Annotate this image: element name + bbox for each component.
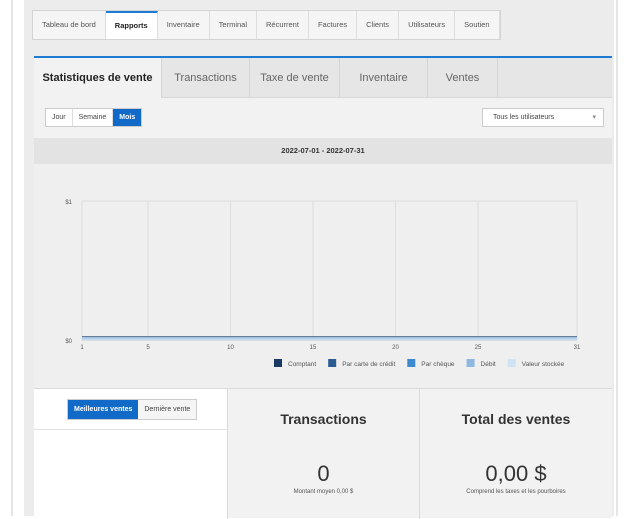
report-panel: Statistiques de vente Transactions Taxe … xyxy=(34,56,612,519)
tab-inventory[interactable]: Inventaire xyxy=(340,58,428,98)
x-tick-label: 20 xyxy=(392,345,399,351)
nav-tab-reports[interactable]: Rapports xyxy=(105,11,158,39)
legend-label: Par chèque xyxy=(421,361,455,368)
tab-transactions[interactable]: Transactions xyxy=(162,58,250,98)
nav-tab-customers[interactable]: Clients xyxy=(357,11,400,39)
x-tick-label: 10 xyxy=(227,345,234,351)
sales-chart-svg: $0$11 5 10 15 20 25 31Comptant Par carte de cré… xyxy=(65,200,581,368)
legend-label: Valeur stockée xyxy=(522,361,565,368)
transactions-summary: Transactions 0 Montant moyen 0,00 $ xyxy=(228,389,420,519)
tab-sales[interactable]: Ventes xyxy=(428,58,498,98)
x-tick-label: 31 xyxy=(574,345,581,351)
tab-sales-statistics[interactable]: Statistiques de vente xyxy=(34,58,162,98)
right-divider xyxy=(616,0,618,516)
y-tick-label: $1 xyxy=(65,200,72,206)
user-filter-select[interactable]: Tous les utilisateurs ▾ xyxy=(482,108,604,127)
summary-section: Meilleures ventes Dernière vente Transac… xyxy=(34,388,612,519)
top-navigation: Tableau de bord Rapports Inventaire Term… xyxy=(32,10,501,40)
top-sales-box: Meilleures ventes Dernière vente xyxy=(34,389,228,519)
legend-swatch xyxy=(466,359,475,367)
chevron-down-icon: ▾ xyxy=(592,114,596,121)
divider xyxy=(34,429,227,430)
legend-label: Débit xyxy=(481,361,496,368)
period-day-button[interactable]: Jour xyxy=(46,109,73,126)
app-window: Tableau de bord Rapports Inventaire Term… xyxy=(0,0,629,519)
transactions-count: 0 xyxy=(317,461,330,486)
x-tick-label: 15 xyxy=(310,345,317,351)
legend-label: Par carte de crédit xyxy=(342,361,395,368)
x-tick-label: 25 xyxy=(475,345,482,351)
last-sale-button[interactable]: Dernière vente xyxy=(138,400,197,419)
x-tick-label: 1 xyxy=(80,345,84,351)
period-week-button[interactable]: Semaine xyxy=(73,109,114,126)
nav-tab-inventory[interactable]: Inventaire xyxy=(158,11,210,39)
total-sales-summary: Total des ventes 0,00 $ Comprend les tax… xyxy=(420,389,612,519)
legend-swatch xyxy=(407,359,416,367)
period-selector: Jour Semaine Mois xyxy=(45,108,143,127)
x-tick-label: 5 xyxy=(146,345,150,351)
total-sales-note: Comprend les taxes et les pourboires xyxy=(466,489,566,495)
nav-tab-invoices[interactable]: Factures xyxy=(309,11,358,39)
left-divider xyxy=(11,0,13,516)
nav-tab-support[interactable]: Soutien xyxy=(455,11,500,39)
nav-tab-users[interactable]: Utilisateurs xyxy=(399,11,456,39)
main-content: Tableau de bord Rapports Inventaire Term… xyxy=(24,0,614,519)
total-sales-value: 0,00 $ xyxy=(485,461,547,486)
series-area xyxy=(82,337,577,340)
user-filter-value: Tous les utilisateurs xyxy=(493,114,555,121)
nav-tab-recurring[interactable]: Récurrent xyxy=(257,11,309,39)
date-range-label: 2022-07-01 - 2022-07-31 xyxy=(34,138,612,164)
sales-chart: $0 $1 1 5 10 15 20 25 31 Comptant Par carte de cré… xyxy=(34,164,612,396)
nav-tab-dashboard[interactable]: Tableau de bord xyxy=(33,11,106,39)
legend-swatch xyxy=(507,359,516,367)
period-month-button[interactable]: Mois xyxy=(113,109,142,126)
tab-sales-tax[interactable]: Taxe de vente xyxy=(250,58,340,98)
best-sales-button[interactable]: Meilleures ventes xyxy=(68,400,139,419)
legend-swatch xyxy=(274,359,282,367)
y-tick-label: $0 xyxy=(65,339,72,345)
report-tabs: Statistiques de vente Transactions Taxe … xyxy=(34,58,612,98)
nav-tab-terminal[interactable]: Terminal xyxy=(210,11,257,39)
legend-swatch xyxy=(328,359,337,367)
legend-label: Comptant xyxy=(288,361,316,368)
top-sales-toggle: Meilleures ventes Dernière vente xyxy=(67,399,198,420)
total-sales-title: Total des ventes xyxy=(461,411,571,427)
average-amount: Montant moyen 0,00 $ xyxy=(293,489,354,495)
transactions-title: Transactions xyxy=(280,411,367,427)
